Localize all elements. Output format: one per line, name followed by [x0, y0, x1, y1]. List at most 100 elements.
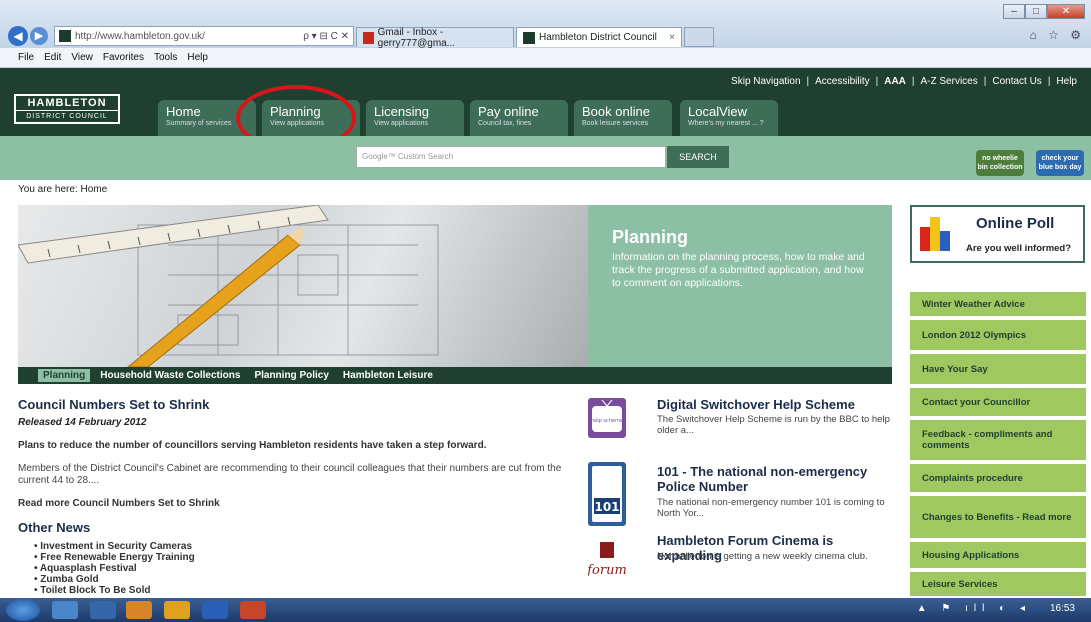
tab-hambleton[interactable]: Hambleton District Council × [516, 27, 682, 47]
list-item[interactable]: Aquasplash Festival [34, 563, 195, 574]
skip-navigation-link[interactable]: Skip Navigation [731, 76, 800, 87]
quick-link-benefits[interactable]: Changes to Benefits - Read more [910, 496, 1086, 540]
council-logo[interactable]: HAMBLETON DISTRICT COUNCIL [14, 94, 120, 124]
hero-tabs: Planning Household Waste Collections Pla… [18, 367, 892, 384]
tab-label: Hambleton District Council [539, 32, 657, 43]
menu-bar: File Edit View Favorites Tools Help [0, 48, 1091, 68]
internet-explorer-icon[interactable] [52, 601, 78, 619]
online-poll-box[interactable]: Online Poll Are you well informed? [910, 205, 1085, 263]
menu-file[interactable]: File [18, 52, 34, 63]
menu-favorites[interactable]: Favorites [103, 52, 144, 63]
quick-link-olympics[interactable]: London 2012 Olympics [910, 320, 1086, 352]
quick-link-complaints[interactable]: Complaints procedure [910, 464, 1086, 494]
feature-title[interactable]: Digital Switchover Help Scheme [657, 397, 897, 412]
menu-tools[interactable]: Tools [154, 52, 177, 63]
start-button[interactable] [6, 599, 40, 621]
read-more-link[interactable]: Read more Council Numbers Set to Shrink [18, 498, 220, 509]
contact-us-link[interactable]: Contact Us [992, 76, 1041, 87]
browser-chrome: – □ ✕ ◀ ▶ http://www.hambleton.gov.uk/ ρ… [0, 0, 1091, 49]
other-news-list: Investment in Security Cameras Free Rene… [34, 541, 195, 596]
logo-line1: HAMBLETON [27, 97, 107, 109]
tab-close-icon[interactable]: × [669, 32, 675, 43]
nav-subtitle: Book leisure services [582, 120, 649, 127]
quick-link-have-your-say[interactable]: Have Your Say [910, 354, 1086, 386]
list-item[interactable]: Toilet Block To Be Sold [34, 585, 195, 596]
word-icon[interactable] [202, 601, 228, 619]
tab-label: Gmail - Inbox - gerry777@gma... [377, 26, 456, 49]
hero-tab-planning[interactable]: Planning [38, 369, 91, 382]
news-lead: Plans to reduce the number of councillor… [18, 440, 487, 451]
list-item[interactable]: Investment in Security Cameras [34, 541, 195, 552]
list-item[interactable]: Free Renewable Energy Training [34, 552, 195, 563]
svg-text:forum: forum [588, 563, 626, 578]
hero-description: Information on the planning process, how… [612, 251, 865, 289]
address-url[interactable]: http://www.hambleton.gov.uk/ [75, 31, 303, 42]
nav-subtitle: Council tax, fines [478, 120, 532, 127]
feature-text: The national non-emergency number 101 is… [657, 497, 885, 519]
nav-pay-online[interactable]: Pay online Council tax, fines [470, 100, 568, 136]
accessibility-link[interactable]: Accessibility [815, 76, 869, 87]
other-news-heading: Other News [18, 520, 91, 535]
menu-help[interactable]: Help [187, 52, 208, 63]
address-tools[interactable]: ρ ▾ ⊟ C ✕ [303, 31, 353, 42]
breadcrumb: You are here: Home [18, 184, 107, 195]
back-button[interactable]: ◀ [8, 26, 28, 46]
nav-subtitle: Where's my nearest ... ? [688, 120, 764, 127]
forward-button[interactable]: ▶ [30, 27, 48, 45]
site-favicon-icon [523, 31, 535, 44]
nav-licensing[interactable]: Licensing View applications [366, 100, 464, 136]
hero-tab-leisure[interactable]: Hambleton Leisure [343, 370, 433, 381]
search-button[interactable]: SEARCH [667, 146, 729, 168]
hero-tab-waste[interactable]: Household Waste Collections [100, 370, 240, 381]
browser-tool-icons[interactable]: ⌂ ☆ ⚙ [1030, 28, 1085, 42]
logo-line2: DISTRICT COUNCIL [16, 110, 118, 122]
quick-link-winter-weather[interactable]: Winter Weather Advice [910, 292, 1086, 318]
text-size-link[interactable]: AAA [884, 76, 906, 87]
firefox-icon[interactable] [164, 601, 190, 619]
a-z-services-link[interactable]: A-Z Services [921, 76, 978, 87]
explorer-icon[interactable] [90, 601, 116, 619]
list-item[interactable]: Zumba Gold [34, 574, 195, 585]
taskbar-clock[interactable]: 16:53 [1050, 603, 1075, 614]
nav-book-online[interactable]: Book online Book leisure services [574, 100, 672, 136]
forum-cinema-logo[interactable]: forum [586, 538, 627, 578]
new-tab-button[interactable] [684, 27, 714, 47]
minimize-button[interactable]: – [1003, 4, 1025, 19]
menu-view[interactable]: View [71, 52, 93, 63]
help-link[interactable]: Help [1056, 76, 1077, 87]
bin-collection-badge[interactable]: no wheelie bin collection [976, 150, 1024, 176]
tab-gmail[interactable]: Gmail - Inbox - gerry777@gma... [356, 26, 514, 49]
feature-title[interactable]: 101 - The national non-emergency Police … [657, 464, 897, 494]
feature-text: Northallerton is getting a new weekly ci… [657, 551, 868, 562]
news-body: Members of the District Council's Cabine… [18, 463, 562, 486]
nav-title: LocalView [688, 104, 748, 119]
quick-link-contact-councillor[interactable]: Contact your Councillor [910, 388, 1086, 418]
hero-tab-planning-policy[interactable]: Planning Policy [254, 370, 328, 381]
media-player-icon[interactable] [126, 601, 152, 619]
breadcrumb-prefix: You are here: [18, 184, 78, 195]
quick-link-leisure[interactable]: Leisure Services [910, 572, 1086, 598]
system-tray[interactable]: ▲ ⚑ ıll ◐ ◂ [917, 603, 1031, 614]
svg-text:101: 101 [594, 500, 619, 514]
poll-title: Online Poll [976, 215, 1055, 232]
app-icon[interactable] [240, 601, 266, 619]
address-bar[interactable]: http://www.hambleton.gov.uk/ ρ ▾ ⊟ C ✕ [54, 26, 354, 46]
quick-link-housing[interactable]: Housing Applications [910, 542, 1086, 570]
blue-box-badge[interactable]: check your blue box day [1036, 150, 1084, 176]
quick-link-feedback[interactable]: Feedback - compliments and comments [910, 420, 1086, 462]
search-input[interactable]: Google™ Custom Search [356, 146, 666, 168]
nav-title: Book online [582, 104, 650, 119]
gmail-icon [363, 31, 374, 44]
nav-title: Pay online [478, 104, 539, 119]
hero-title: Planning [612, 227, 688, 247]
planning-hero-image [18, 205, 588, 367]
maximize-button[interactable]: □ [1025, 4, 1047, 19]
police-101-icon[interactable]: 101 [588, 462, 626, 526]
tv-switchover-icon[interactable]: help scheme [588, 398, 626, 438]
menu-edit[interactable]: Edit [44, 52, 61, 63]
news-headline[interactable]: Council Numbers Set to Shrink [18, 397, 209, 412]
close-window-button[interactable]: ✕ [1047, 4, 1085, 19]
hero-panel: Planning Information on the planning pro… [18, 205, 892, 367]
breadcrumb-home-link[interactable]: Home [80, 184, 107, 195]
nav-localview[interactable]: LocalView Where's my nearest ... ? [680, 100, 778, 136]
